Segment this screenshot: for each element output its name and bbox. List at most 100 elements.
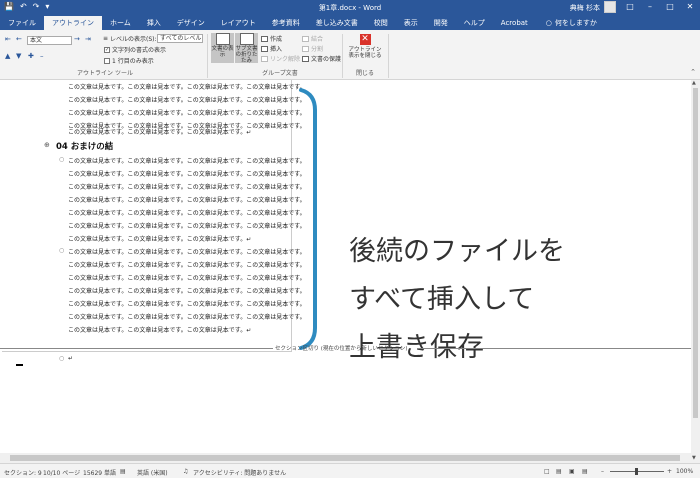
show-level-select[interactable]: すべてのレベル <box>157 34 203 43</box>
scroll-up-icon[interactable]: ▲ <box>692 80 696 86</box>
show-formatting-checkbox[interactable]: ✓ 文字列の書式の表示 <box>104 45 166 54</box>
zoom-out-icon[interactable]: – <box>601 468 604 475</box>
tell-me-box[interactable]: ○ 何をしますか <box>538 16 605 30</box>
body-text[interactable]: この文章は見本です。この文章は見本です。この文章は見本です。この文章は見本です。 <box>68 195 306 204</box>
zoom-level[interactable]: 100% <box>676 468 693 475</box>
body-text[interactable]: この文章は見本です。この文章は見本です。この文章は見本です。この文章は見本です。 <box>68 108 306 117</box>
scroll-down-icon[interactable]: ▼ <box>692 455 696 461</box>
checkbox-checked-icon: ✓ <box>104 46 110 53</box>
print-layout-icon[interactable]: ▣ <box>569 468 575 475</box>
body-text[interactable]: この文章は見本です。この文章は見本です。この文章は見本です。↵ <box>68 127 251 136</box>
subdocument-icon <box>239 33 254 45</box>
move-down-icon[interactable]: ▼ <box>16 52 21 60</box>
merge-button[interactable]: 結合 <box>302 34 323 43</box>
ribbon-display-icon[interactable]: □ <box>620 0 640 14</box>
outline-level-select[interactable]: 本文 <box>27 36 72 45</box>
create-button[interactable]: 作成 <box>261 34 282 43</box>
collapse-icon[interactable]: – <box>40 52 44 60</box>
section-indicator[interactable]: セクション: 9 <box>4 468 42 477</box>
tab-layout[interactable]: レイアウト <box>213 16 264 30</box>
checkbox-unchecked-icon <box>104 57 110 64</box>
focus-mode-icon[interactable]: □ <box>544 468 550 475</box>
word-count[interactable]: 15629 単語 <box>83 468 116 477</box>
body-text[interactable]: この文章は見本です。この文章は見本です。この文章は見本です。この文章は見本です。 <box>68 247 306 256</box>
group-divider <box>342 34 343 78</box>
page-count[interactable]: 10/10 ページ <box>43 468 80 477</box>
body-text[interactable]: この文章は見本です。この文章は見本です。この文章は見本です。この文章は見本です。 <box>68 273 306 282</box>
accessibility-status[interactable]: アクセシビリティ: 問題ありません <box>193 468 286 477</box>
paragraph-bullet-icon[interactable]: ○ <box>59 156 64 163</box>
document-area[interactable]: この文章は見本です。この文章は見本です。この文章は見本です。この文章は見本です。… <box>0 80 700 463</box>
paragraph-bullet-icon[interactable]: ○ <box>59 247 64 254</box>
lock-document-button[interactable]: 文書の保護 <box>302 54 341 63</box>
tab-home[interactable]: ホーム <box>102 16 139 30</box>
user-name[interactable]: 典梅 杉本 <box>570 3 600 13</box>
tab-insert[interactable]: 挿入 <box>139 16 169 30</box>
body-text[interactable]: この文章は見本です。この文章は見本です。この文章は見本です。この文章は見本です。 <box>68 260 306 269</box>
tab-help[interactable]: ヘルプ <box>456 16 493 30</box>
callout-line-1: 後続のファイルを <box>349 236 565 267</box>
body-text[interactable]: この文章は見本です。この文章は見本です。この文章は見本です。この文章は見本です。 <box>68 208 306 217</box>
tab-design[interactable]: デザイン <box>169 16 213 30</box>
empty-paragraph[interactable]: ↵ <box>68 355 73 362</box>
close-outline-button[interactable]: ✕ アウトライン表示を閉じる <box>347 34 383 66</box>
outline-heading[interactable]: 04 おまけの結 <box>56 140 113 152</box>
split-button[interactable]: 分割 <box>302 44 323 53</box>
collapse-subdocs-button[interactable]: サブ文書の折りたたみ <box>235 33 258 64</box>
zoom-slider-thumb[interactable] <box>635 468 638 475</box>
body-text[interactable]: この文章は見本です。この文章は見本です。この文章は見本です。この文章は見本です。 <box>68 182 306 191</box>
minimize-icon[interactable]: – <box>640 0 660 14</box>
body-text[interactable]: この文章は見本です。この文章は見本です。この文章は見本です。この文章は見本です。 <box>68 286 306 295</box>
maximize-icon[interactable]: □ <box>660 0 680 14</box>
first-line-only-checkbox[interactable]: 1 行目のみ表示 <box>104 56 154 65</box>
body-text[interactable]: この文章は見本です。この文章は見本です。この文章は見本です。この文章は見本です。 <box>68 169 306 178</box>
body-text[interactable]: この文章は見本です。この文章は見本です。この文章は見本です。↵ <box>68 325 251 334</box>
master-document-group-label: グループ文書 <box>262 70 298 77</box>
promote-icon[interactable]: ← <box>16 35 22 43</box>
language[interactable]: 英語 (米国) <box>137 468 168 477</box>
move-up-icon[interactable]: ▲ <box>5 52 10 60</box>
expand-icon[interactable]: ✚ <box>28 52 34 60</box>
body-text[interactable]: この文章は見本です。この文章は見本です。この文章は見本です。↵ <box>68 234 251 243</box>
zoom-in-icon[interactable]: + <box>667 468 672 475</box>
section-break-label: セクション区切り (現在の位置から新しいセクション) <box>275 346 408 352</box>
vertical-scroll-thumb[interactable] <box>693 88 698 418</box>
demote-icon[interactable]: → <box>74 35 80 43</box>
body-text[interactable]: この文章は見本です。この文章は見本です。この文章は見本です。この文章は見本です。 <box>68 221 306 230</box>
tab-outline[interactable]: アウトライン <box>44 16 102 30</box>
body-text[interactable]: この文章は見本です。この文章は見本です。この文章は見本です。この文章は見本です。 <box>68 95 306 104</box>
show-document-button[interactable]: 文書の表示 <box>211 33 234 63</box>
tab-mailings[interactable]: 差し込み文書 <box>308 16 366 30</box>
demote-to-body-icon[interactable]: ⇥ <box>85 35 91 43</box>
avatar[interactable] <box>604 1 616 13</box>
read-mode-icon[interactable]: ▤ <box>556 468 562 475</box>
tab-acrobat[interactable]: Acrobat <box>493 16 536 30</box>
body-text[interactable]: この文章は見本です。この文章は見本です。この文章は見本です。この文章は見本です。 <box>68 156 306 165</box>
tab-file[interactable]: ファイル <box>0 16 44 30</box>
ribbon-tabs: ファイル アウトライン ホーム 挿入 デザイン レイアウト 参考資料 差し込み文… <box>0 14 700 30</box>
tab-developer[interactable]: 開発 <box>426 16 456 30</box>
body-text[interactable]: この文章は見本です。この文章は見本です。この文章は見本です。この文章は見本です。 <box>68 312 306 321</box>
title-bar: 💾 ↶ ↷ ▾ 第1章.docx - Word 典梅 杉本 □ – □ ✕ <box>0 0 700 14</box>
insert-subdoc-button[interactable]: 挿入 <box>261 44 282 53</box>
horizontal-scroll-thumb[interactable] <box>10 455 680 461</box>
paragraph-bullet-icon[interactable]: ○ <box>59 355 64 362</box>
vertical-scrollbar[interactable]: ▲ ▼ <box>691 80 700 463</box>
show-document-label: 文書の表示 <box>211 46 234 58</box>
window-controls: □ – □ ✕ <box>620 0 700 14</box>
body-text[interactable]: この文章は見本です。この文章は見本です。この文章は見本です。この文章は見本です。 <box>68 82 306 91</box>
tab-review[interactable]: 校閲 <box>366 16 396 30</box>
promote-to-heading1-icon[interactable]: ⇤ <box>5 35 11 43</box>
tab-view[interactable]: 表示 <box>396 16 426 30</box>
close-icon[interactable]: ✕ <box>680 0 700 14</box>
tab-references[interactable]: 参考資料 <box>264 16 308 30</box>
horizontal-scrollbar[interactable] <box>0 453 691 463</box>
show-formatting-label: 文字列の書式の表示 <box>112 47 167 54</box>
body-text[interactable]: この文章は見本です。この文章は見本です。この文章は見本です。この文章は見本です。 <box>68 299 306 308</box>
ribbon: ⇤ ← 本文 → ⇥ ▲ ▼ ✚ – ≡ レベルの表示(S): すべてのレベル … <box>0 30 700 80</box>
heading-expand-icon[interactable]: ⊕ <box>44 141 50 149</box>
web-layout-icon[interactable]: ▤ <box>582 468 588 475</box>
collapse-ribbon-icon[interactable]: ⌃ <box>690 68 696 76</box>
unlink-button[interactable]: リンク解除 <box>261 54 300 63</box>
proofing-icon[interactable]: ▤ <box>120 468 126 475</box>
